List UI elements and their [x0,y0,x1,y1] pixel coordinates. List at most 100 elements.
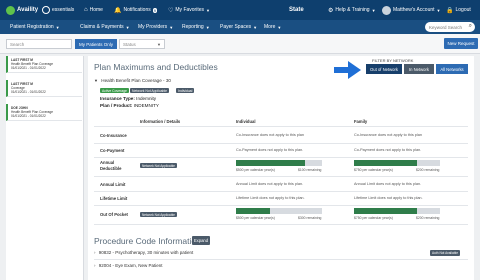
divider [94,205,468,206]
chevron-down-icon: ▼ [206,7,210,13]
nav-my-providers[interactable]: My Providers ▼ [138,20,173,34]
plan-product: Plan / Product: INDEMNITY [100,103,159,108]
expand-label: Expand [193,238,209,243]
screen: Availity essentials ⌂ Home 🔔 Notificatio… [0,0,480,280]
state-text: State [289,7,304,13]
list-item[interactable]: › 90832 - Psychotherapy, 30 minutes with… [94,250,193,255]
new-request-label: New Request [447,41,475,46]
table-cell: Annual Limit does not apply to this plan… [354,182,422,186]
column-header: Family [354,119,368,124]
keyword-search-input[interactable]: Keyword Search ⌕ [425,22,475,32]
notifications-label: Notifications [123,7,151,13]
deductible-individual-bar [236,160,322,166]
list-item[interactable]: › 92004 - Eye Exam, New Patient [94,263,163,268]
list-item[interactable]: DOE JOHN Health Benefit Plan Coverage 01… [6,104,82,121]
favorites-label: My Favorites [175,7,205,13]
patient-dates: 01/01/2021 - 01/01/2022 [11,66,46,70]
chevron-right-icon: › [94,263,96,268]
nav-patient-registration[interactable]: Patient Registration ▼ [10,20,60,34]
essentials-logo[interactable]: essentials [42,0,74,20]
nav-claims-payments[interactable]: Claims & Payments ▼ [80,20,130,34]
chevron-right-icon: › [94,250,96,255]
list-item[interactable]: LAST FIRST M Coverage 01/01/2021 - 01/01… [6,80,82,97]
brand-logo[interactable]: Availity [6,0,38,20]
nav-more[interactable]: More ▼ [264,20,281,34]
nav-label: My Providers [138,24,168,30]
insurance-type-value: Indemnity [136,96,157,101]
button-label: Out of Network [370,66,398,72]
avatar [382,5,391,15]
home-icon: ⌂ [84,7,88,13]
filter-label: FILTER BY NETWORK [372,58,414,63]
all-networks-button[interactable]: All Networks [436,64,468,74]
nav-label: Payer Spaces [220,24,252,30]
chevron-down-icon: ▼ [169,24,174,30]
table-cell: Lifetime Limit does not apply to this pl… [236,196,305,200]
notifications-link[interactable]: 🔔 Notifications 9 [114,0,157,20]
home-link[interactable]: ⌂ Home [84,0,103,20]
chevron-down-icon: ▼ [371,7,376,13]
table-cell: Co-Payment does not apply to this plan. [354,148,422,152]
divider [94,126,468,127]
coverage-header[interactable]: ▼ Health Benefit Plan Coverage - 30 [94,78,171,83]
row-label: Out Of Pocket [100,212,128,217]
nav-reporting[interactable]: Reporting ▼ [182,20,210,34]
new-request-button[interactable]: New Request [444,38,478,49]
heart-icon: ♡ [168,7,174,14]
main-panel: Plan Maximums and Deductibles FILTER BY … [88,56,474,280]
lock-icon: 🔒 [446,7,454,14]
my-patients-only-button[interactable]: My Patients Only [75,39,117,49]
chevron-down-icon: ▼ [436,7,441,13]
expand-button[interactable]: Expand [192,236,210,245]
bar-caption: $500 per calendar year(s) [236,216,275,220]
nav-label: Reporting [182,24,204,30]
bar-fill [236,160,305,166]
oop-individual-bar [236,208,322,214]
row-label: Annual Limit [100,182,126,187]
page-title: Plan Maximums and Deductibles [94,62,218,72]
main-nav: Patient Registration ▼ Claims & Payments… [0,20,480,34]
status-placeholder: Status [123,41,136,47]
arrow-right-icon [334,61,361,79]
nav-payer-spaces[interactable]: Payer Spaces ▼ [220,20,257,34]
divider [94,224,468,225]
row-label: Co-Insurance [100,133,127,138]
insurance-type-label: Insurance Type: [100,96,135,101]
patient-dates: 01/01/2021 - 01/01/2022 [11,90,46,94]
account-menu[interactable]: Matthew's Account ▼ [382,0,441,20]
status-select[interactable]: Status ▼ [119,39,165,49]
patient-search-input[interactable]: Search [6,39,72,49]
nav-label: More [264,24,276,30]
notifications-count: 9 [152,7,157,13]
table-cell: Annual Limit does not apply to this plan… [236,182,304,186]
status-badge: Active Coverage [100,88,129,93]
status-badge: Network Not Applicable [140,163,177,168]
chevron-down-icon: ▼ [94,78,98,83]
brand-name: Availity [17,7,39,13]
bar-fill [354,208,417,214]
nav-label: Claims & Payments [80,24,124,30]
chevron-down-icon: ▼ [125,24,130,30]
row-label: Co-Payment [100,148,125,153]
in-network-button[interactable]: In Network [404,64,434,74]
patient-list: LAST FIRST M Health Benefit Plan Coverag… [6,56,84,280]
bar-caption: $200 remaining [416,216,440,220]
chevron-down-icon: ▼ [253,24,258,30]
list-item[interactable]: LAST FIRST M Health Benefit Plan Coverag… [6,56,82,73]
favorites-link[interactable]: ♡ My Favorites ▼ [168,0,210,20]
column-header: Information / Details [140,119,181,124]
bar-caption: $100 remaining [298,168,322,172]
bar-caption: $750 per calendar year(s) [354,168,393,172]
search-icon[interactable]: ⌕ [469,23,472,30]
coverage-title: Health Benefit Plan Coverage - 30 [101,78,171,83]
filter-row [0,34,480,54]
gear-icon: ⚙ [328,7,334,14]
bar-caption: $500 per calendar year(s) [236,168,275,172]
button-label: In Network [408,66,429,72]
help-link[interactable]: ⚙ Help & Training ▼ [328,0,376,20]
help-label: Help & Training [335,7,370,13]
logout-link[interactable]: 🔒 Logout [446,0,471,20]
procedure-label: 90832 - Psychotherapy, 30 minutes with p… [98,250,194,255]
out-of-network-button[interactable]: Out of Network [366,64,402,74]
status-badge: Individual [176,88,195,93]
